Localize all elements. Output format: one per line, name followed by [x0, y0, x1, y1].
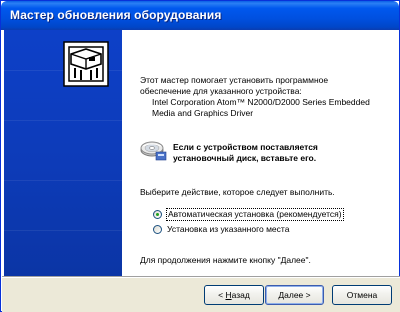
radio-button[interactable] [153, 210, 162, 219]
radio-button[interactable] [153, 225, 162, 234]
disc-hint-line-1: Если с устройством поставляется [173, 142, 318, 152]
wizard-window: Мастер обновления оборудования Этот маст… [0, 0, 400, 312]
next-button[interactable]: Далее > [265, 285, 324, 305]
choose-prompt: Выберите действие, которое следует выпол… [140, 187, 335, 197]
continue-hint: Для продолжения нажмите кнопку "Далее". [140, 255, 311, 265]
radio-manual-install-label[interactable]: Установка из указанного места [167, 224, 289, 235]
device-name-line-1: Intel Corporation Atom™ N2000/D2000 Seri… [152, 97, 370, 107]
window-title: Мастер обновления оборудования [10, 8, 222, 22]
intro-line-1: Этот мастер помогает установить программ… [140, 75, 329, 85]
wizard-side-panel [4, 30, 122, 276]
wizard-content: Этот мастер помогает установить программ… [122, 30, 396, 276]
disc-hint-line-2: установочный диск, вставьте его. [173, 153, 317, 163]
cd-icon [140, 141, 167, 161]
hardware-icon [63, 41, 109, 87]
radio-auto-install-label[interactable]: Автоматическая установка (рекомендуется) [166, 208, 344, 221]
back-button[interactable]: < Назад [204, 285, 264, 305]
cancel-button[interactable]: Отмена [332, 285, 392, 305]
device-name-line-2: Media and Graphics Driver [152, 108, 254, 118]
intro-line-2: обеспечение для указанного устройства: [140, 86, 302, 96]
title-bar[interactable]: Мастер обновления оборудования [1, 1, 399, 30]
